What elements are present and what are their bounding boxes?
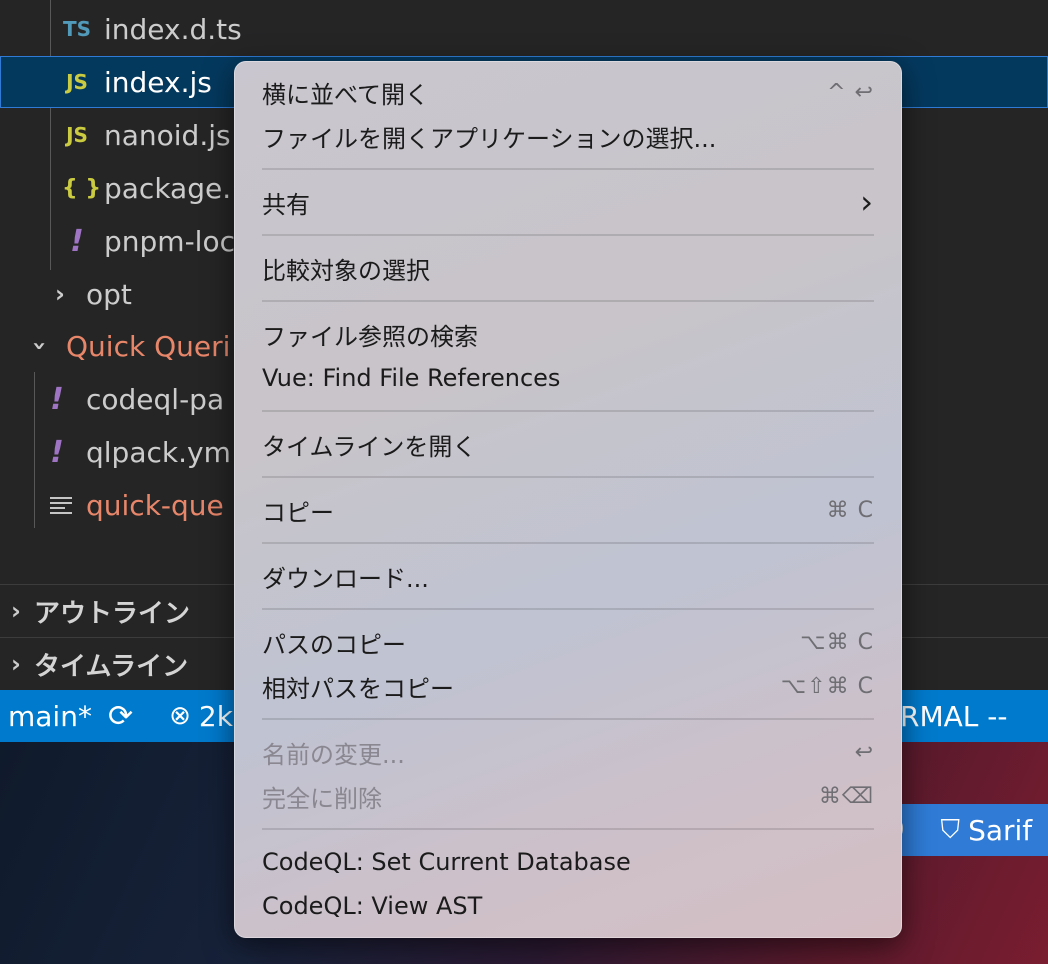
menu-item-label: CodeQL: Set Current Database: [262, 848, 631, 876]
section-label: タイムライン: [34, 651, 189, 682]
menu-item-label: 共有: [262, 190, 310, 219]
menu-item-label: パスのコピー: [262, 630, 406, 659]
menu-item-label: Vue: Find File References: [262, 364, 561, 392]
yaml-file-icon: !: [50, 381, 64, 417]
folder-label: opt: [86, 277, 132, 311]
context-menu: 横に並べて開く ^ ↩ ファイルを開くアプリケーションの選択... 共有 › 比…: [234, 61, 902, 938]
menu-item-label: CodeQL: View AST: [262, 892, 483, 920]
menu-separator: [262, 542, 874, 544]
error-icon[interactable]: ⊗: [169, 701, 191, 731]
file-label: package.: [104, 171, 232, 205]
shield-icon[interactable]: ⛉: [941, 815, 961, 846]
chevron-right-icon: ›: [11, 597, 21, 625]
shortcut-label: ⌥⇧⌘ C: [780, 673, 874, 699]
error-count[interactable]: 2k: [199, 700, 233, 733]
shortcut-label: ⌘ C: [826, 497, 874, 523]
menu-item-open-with[interactable]: ファイルを開くアプリケーションの選択...: [262, 114, 874, 158]
menu-item-open-to-side[interactable]: 横に並べて開く ^ ↩: [262, 70, 874, 114]
json-file-icon: { }: [62, 175, 101, 201]
folder-label: Quick Queri: [66, 329, 231, 363]
menu-separator: [262, 828, 874, 830]
menu-item-label: ファイル参照の検索: [262, 322, 478, 351]
menu-item-select-for-compare[interactable]: 比較対象の選択: [262, 246, 874, 290]
chevron-right-icon: ›: [55, 280, 65, 308]
menu-separator: [262, 476, 874, 478]
menu-item-label: タイムラインを開く: [262, 432, 477, 461]
menu-separator: [262, 234, 874, 236]
file-row-index-d-ts[interactable]: TS index.d.ts: [0, 3, 1048, 55]
file-label: index.d.ts: [104, 12, 242, 46]
sync-icon[interactable]: ⟳: [108, 699, 133, 734]
menu-item-label: 相対パスをコピー: [262, 674, 454, 703]
menu-item-codeql-set-current-database[interactable]: CodeQL: Set Current Database: [262, 840, 874, 884]
chevron-right-icon: ›: [11, 650, 21, 678]
menu-item-rename: 名前の変更... ↩: [262, 730, 874, 774]
branch-label[interactable]: main*: [8, 700, 92, 733]
typescript-file-icon: TS: [62, 17, 92, 41]
menu-item-label: コピー: [262, 498, 334, 527]
menu-item-open-timeline[interactable]: タイムラインを開く: [262, 422, 874, 466]
text-file-icon: [50, 494, 72, 517]
menu-item-copy-path[interactable]: パスのコピー ⌥⌘ C: [262, 620, 874, 664]
vim-mode: RMAL --: [900, 699, 1008, 733]
shortcut-label: ↩: [854, 739, 874, 765]
menu-separator: [262, 718, 874, 720]
yaml-file-icon: !: [50, 434, 64, 470]
menu-separator: [262, 168, 874, 170]
file-label: pnpm-loc: [104, 224, 235, 258]
shortcut-label: ⌥⌘ C: [800, 629, 874, 655]
yaml-file-icon: !: [70, 223, 84, 259]
shortcut-label: ⌘⌫: [818, 783, 874, 809]
menu-item-share[interactable]: 共有 ›: [262, 180, 874, 224]
file-label: index.js: [104, 65, 212, 99]
menu-separator: [262, 300, 874, 302]
menu-item-delete-permanently: 完全に削除 ⌘⌫: [262, 774, 874, 818]
javascript-file-icon: JS: [66, 123, 88, 147]
shortcut-label: ^ ↩: [827, 79, 874, 105]
file-label: codeql-pa: [86, 382, 225, 416]
menu-item-label: 完全に削除: [262, 784, 382, 813]
menu-item-copy-relative-path[interactable]: 相対パスをコピー ⌥⇧⌘ C: [262, 664, 874, 708]
menu-item-label: 名前の変更...: [262, 740, 405, 769]
section-label: アウトライン: [34, 598, 191, 629]
sarif-label[interactable]: Sarif: [968, 814, 1032, 847]
menu-item-label: ダウンロード...: [262, 564, 429, 593]
menu-item-label: 比較対象の選択: [262, 256, 430, 285]
chevron-right-icon: ›: [860, 183, 874, 221]
file-label: nanoid.js: [104, 118, 231, 152]
menu-item-label: 横に並べて開く: [262, 80, 430, 109]
menu-item-vue-find-file-references[interactable]: Vue: Find File References: [262, 356, 874, 400]
menu-item-copy[interactable]: コピー ⌘ C: [262, 488, 874, 532]
file-label: qlpack.ym: [86, 435, 231, 469]
menu-item-label: ファイルを開くアプリケーションの選択...: [262, 124, 717, 153]
menu-separator: [262, 608, 874, 610]
menu-item-download[interactable]: ダウンロード...: [262, 554, 874, 598]
menu-item-find-file-references[interactable]: ファイル参照の検索: [262, 312, 874, 356]
file-label: quick-que: [86, 488, 224, 522]
menu-separator: [262, 410, 874, 412]
javascript-file-icon: JS: [66, 70, 88, 94]
chevron-down-icon: ›: [26, 341, 54, 351]
menu-item-codeql-view-ast[interactable]: CodeQL: View AST: [262, 884, 874, 928]
